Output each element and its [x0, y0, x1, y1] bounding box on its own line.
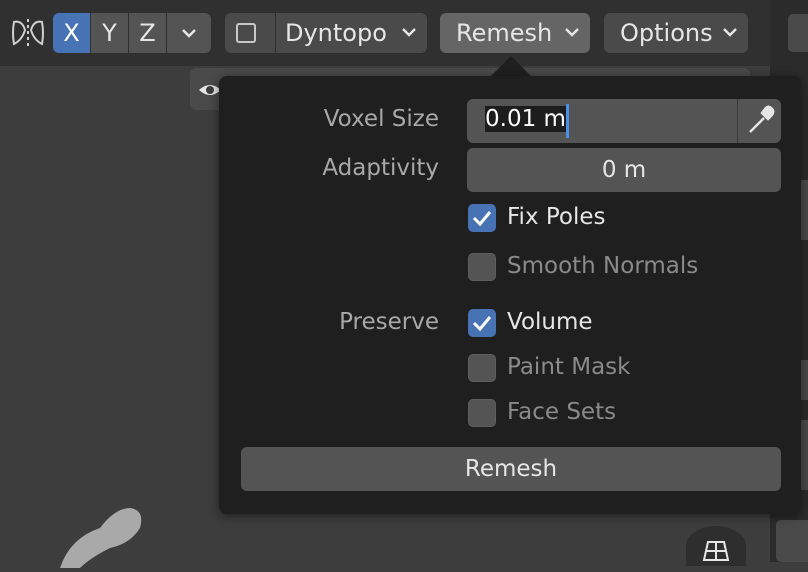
sculpt-mesh-object — [60, 498, 150, 568]
smooth-normals-label[interactable]: Smooth Normals — [507, 253, 698, 279]
symmetry-butterfly-icon[interactable] — [10, 16, 46, 50]
symmetry-y-toggle[interactable]: Y — [91, 13, 128, 53]
eyedropper-button[interactable] — [737, 99, 781, 143]
paint-mask-label[interactable]: Paint Mask — [507, 354, 630, 380]
dyntopo-dropdown[interactable]: Dyntopo — [225, 13, 427, 53]
chevron-down-icon — [402, 28, 416, 37]
chevron-down-icon — [182, 29, 196, 38]
text-cursor — [566, 104, 569, 138]
popover-arrow — [489, 56, 533, 78]
adaptivity-value: 0 m — [601, 157, 647, 183]
remesh-button[interactable]: Remesh — [241, 447, 781, 491]
smooth-normals-checkbox[interactable] — [468, 253, 496, 281]
chevron-down-icon — [565, 28, 579, 37]
symmetry-z-toggle[interactable]: Z — [129, 13, 166, 53]
remesh-menu-button[interactable]: Remesh — [440, 13, 590, 53]
grid-perspective-icon[interactable] — [686, 526, 746, 566]
dyntopo-label: Dyntopo — [285, 19, 387, 47]
face-sets-label[interactable]: Face Sets — [507, 399, 616, 425]
adaptivity-field[interactable]: 0 m — [467, 148, 781, 192]
checkmark-icon — [472, 211, 492, 227]
remesh-popover: Voxel Size 0.01 m Adaptivity 0 m Fix Pol… — [219, 76, 801, 514]
voxel-size-label: Voxel Size — [323, 106, 439, 132]
chevron-down-icon — [723, 28, 737, 37]
sculpt-header: X Y Z Dyntopo Remesh Options — [0, 0, 808, 66]
panel-tab[interactable] — [776, 520, 808, 562]
volume-checkbox[interactable] — [468, 309, 496, 337]
voxel-size-field[interactable]: 0.01 m — [467, 99, 737, 143]
fix-poles-label[interactable]: Fix Poles — [507, 204, 606, 230]
remesh-menu-label: Remesh — [456, 19, 553, 47]
face-sets-checkbox[interactable] — [468, 399, 496, 427]
fix-poles-checkbox[interactable] — [468, 204, 496, 232]
panel-tab[interactable] — [788, 14, 808, 52]
remesh-button-label: Remesh — [464, 456, 558, 482]
volume-label[interactable]: Volume — [507, 309, 593, 335]
paint-mask-checkbox[interactable] — [468, 354, 496, 382]
options-dropdown[interactable]: Options — [604, 13, 748, 53]
preserve-label: Preserve — [339, 309, 439, 335]
options-label: Options — [620, 19, 713, 47]
eyedropper-icon — [749, 105, 775, 133]
symmetry-options-dropdown[interactable] — [167, 13, 211, 53]
voxel-size-value: 0.01 m — [485, 106, 566, 132]
checkmark-icon — [472, 316, 492, 332]
symmetry-x-toggle[interactable]: X — [53, 13, 90, 53]
adaptivity-label: Adaptivity — [322, 155, 439, 181]
dyntopo-checkbox[interactable] — [236, 23, 256, 43]
